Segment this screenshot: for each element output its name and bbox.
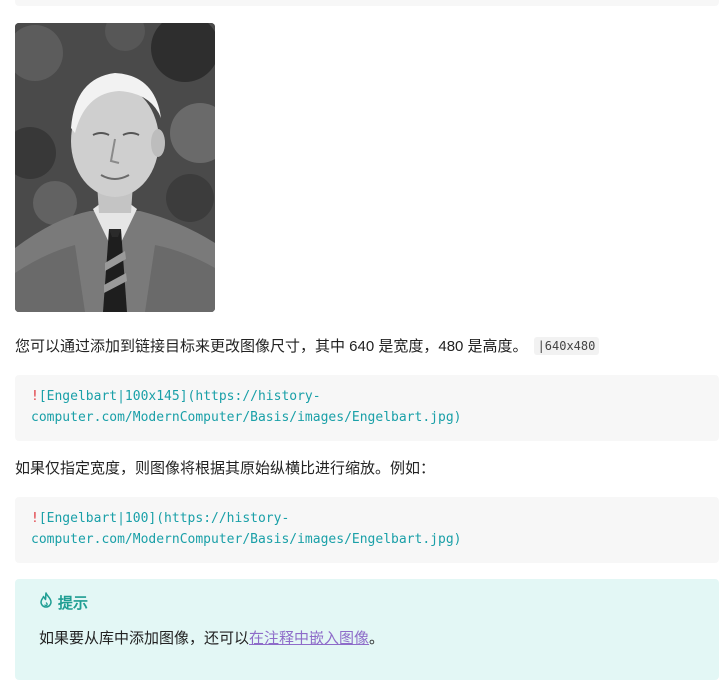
code-line-2-text: computer.com/ModernComputer/Basis/images…: [31, 532, 462, 547]
tip-text-before: 如果要从库中添加图像，还可以: [39, 630, 250, 647]
code-line-1-text: [Engelbart|100](https://history-: [38, 511, 290, 526]
engelbart-photo: [15, 23, 215, 312]
code-line: ![Engelbart|100x145](https://history-: [31, 386, 703, 407]
size-inline-code: |640x480: [533, 337, 600, 355]
code-line: ![Engelbart|100](https://history-: [31, 508, 703, 529]
width-only-explanation: 如果仅指定宽度，则图像将根据其原始纵横比进行缩放。例如：: [15, 460, 436, 477]
flame-icon: [39, 592, 58, 612]
previous-block-edge: [15, 0, 719, 6]
image-bang: !: [31, 389, 39, 404]
code-line-2-text: computer.com/ModernComputer/Basis/images…: [31, 410, 462, 425]
width-code-block[interactable]: ![Engelbart|100](https://history- comput…: [15, 497, 719, 563]
tip-title: 提示: [58, 594, 89, 612]
embed-image-link[interactable]: 在注释中嵌入图像: [249, 630, 369, 647]
tip-heading: 提示: [39, 591, 88, 613]
resize-code-block[interactable]: ![Engelbart|100x145](https://history- co…: [15, 375, 719, 441]
tip-body: 如果要从库中添加图像，还可以在注释中嵌入图像。: [39, 628, 384, 650]
resize-explanation-text: 您可以通过添加到链接目标来更改图像尺寸，其中 640 是宽度，480 是高度。: [15, 338, 528, 355]
resize-explanation: 您可以通过添加到链接目标来更改图像尺寸，其中 640 是宽度，480 是高度。 |…: [15, 336, 600, 358]
tip-text-after: 。: [369, 630, 385, 647]
code-line-1-text: [Engelbart|100x145](https://history-: [38, 389, 321, 404]
tip-callout: 提示 如果要从库中添加图像，还可以在注释中嵌入图像。: [15, 579, 719, 680]
image-bang: !: [31, 511, 39, 526]
